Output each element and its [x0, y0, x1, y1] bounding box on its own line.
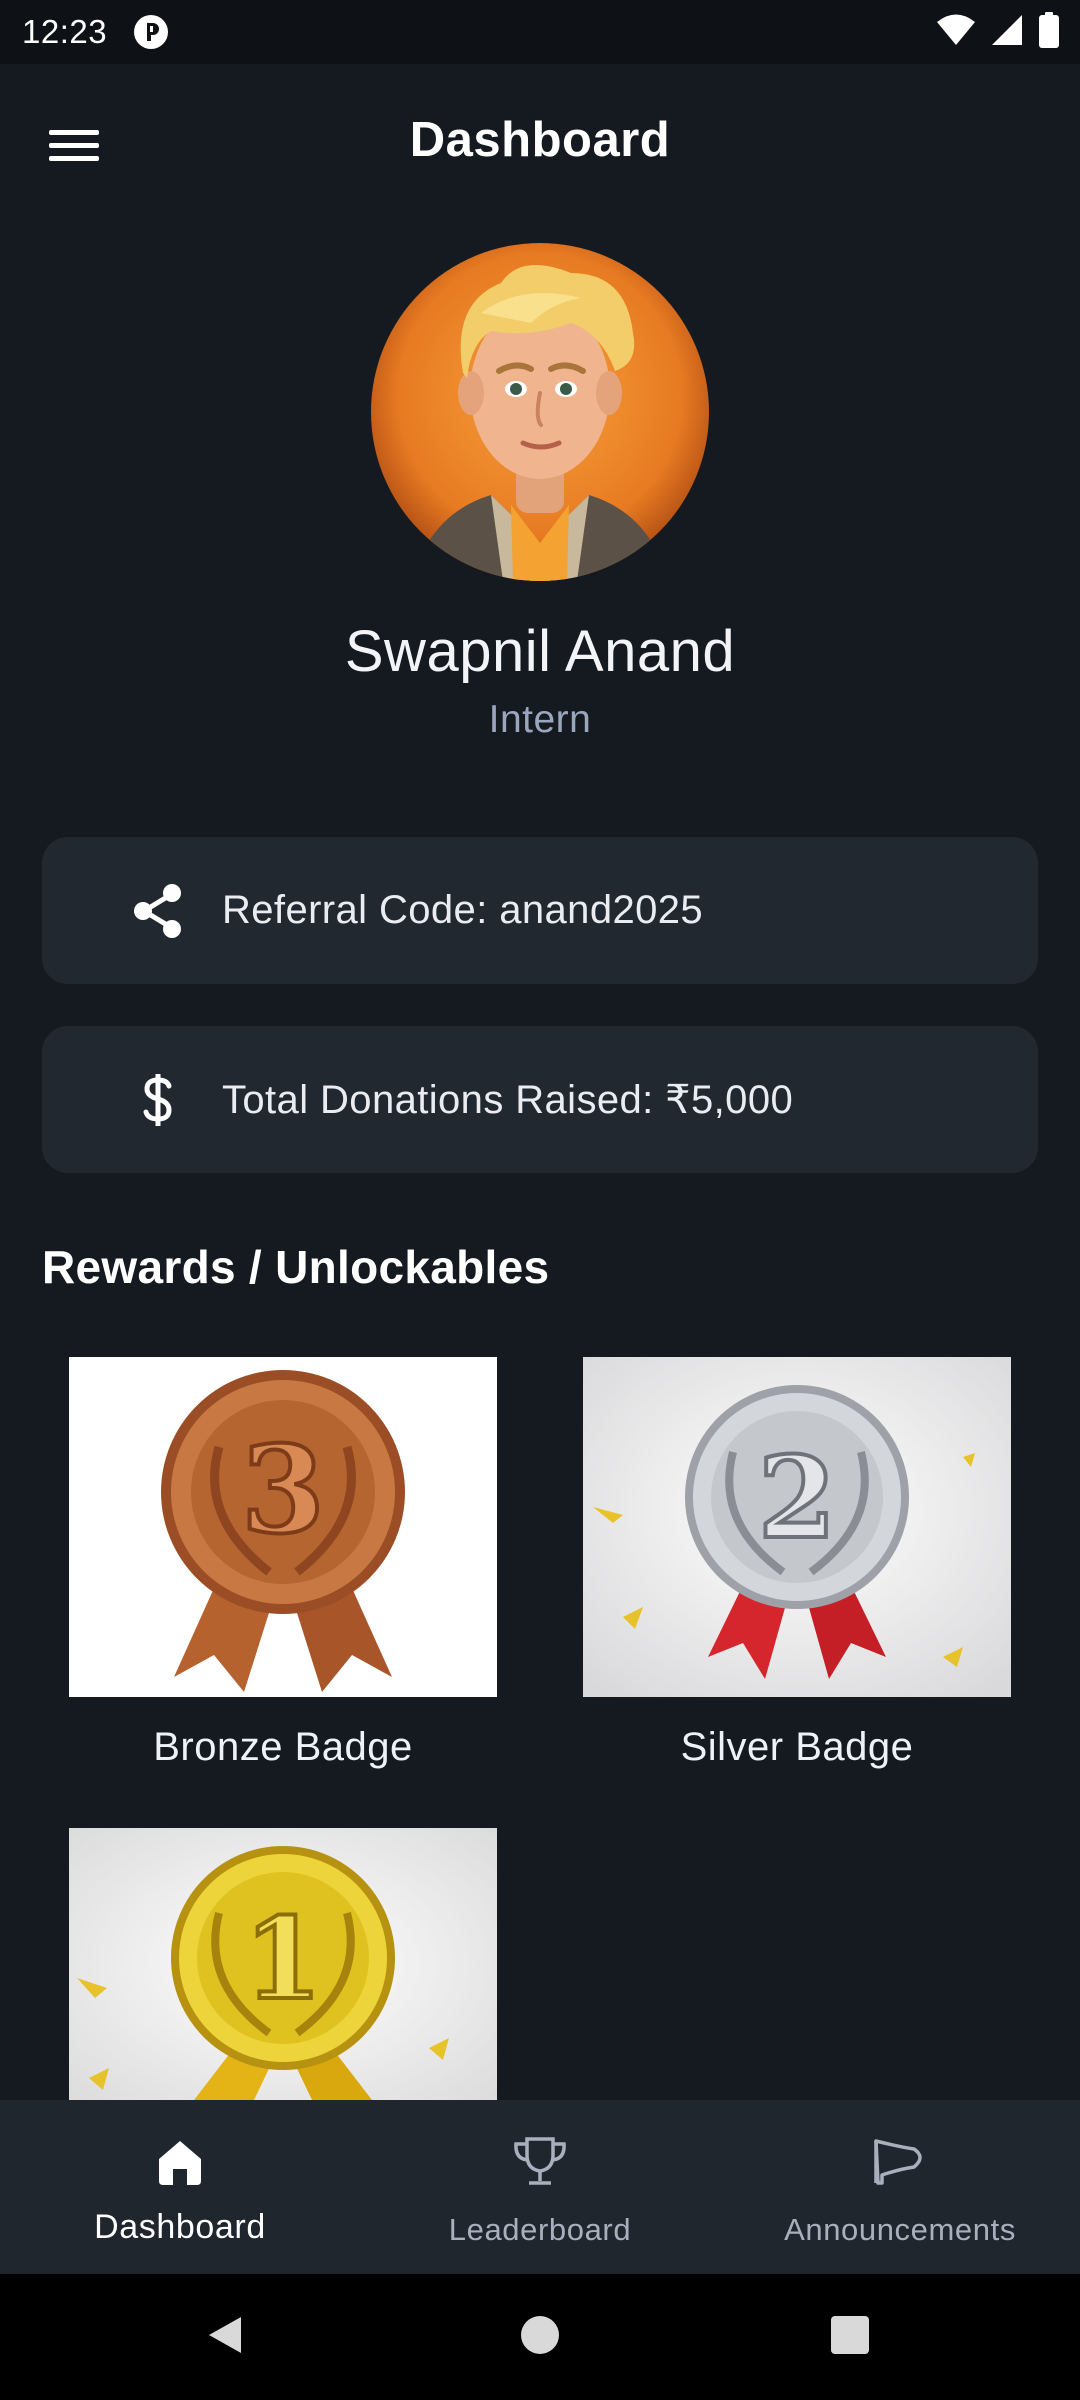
avatar: [371, 243, 709, 581]
donations-card[interactable]: Total Donations Raised: ₹5,000: [42, 1026, 1038, 1173]
bronze-medal-image: 3: [69, 1357, 497, 1697]
megaphone-icon: [868, 2130, 932, 2194]
status-bar: 12:23: [0, 0, 1080, 64]
app-notification-icon: [133, 14, 169, 50]
system-recents-button[interactable]: [817, 2304, 883, 2370]
bottom-navigation: Dashboard Leaderboard Announcements: [0, 2100, 1080, 2274]
system-back-button[interactable]: [192, 2304, 258, 2370]
nav-item-announcements[interactable]: Announcements: [720, 2100, 1080, 2274]
system-home-button[interactable]: [507, 2304, 573, 2370]
gold-badge-card[interactable]: 1: [69, 1828, 497, 2100]
back-icon: [203, 2313, 247, 2362]
recents-icon: [828, 2313, 872, 2362]
dollar-icon: [128, 1070, 188, 1130]
bronze-badge-card[interactable]: 3 Bronze Badge: [69, 1357, 497, 1770]
rewards-section-title: Rewards / Unlockables: [42, 1241, 550, 1293]
silver-medal-image: 2: [583, 1357, 1011, 1697]
nav-label-dashboard: Dashboard: [94, 2208, 266, 2246]
svg-text:1: 1: [244, 1894, 322, 2025]
home-icon: [148, 2130, 212, 2194]
profile-name: Swapnil Anand: [344, 619, 736, 684]
nav-label-announcements: Announcements: [784, 2212, 1016, 2247]
signal-icon: [990, 13, 1024, 52]
battery-icon: [1038, 12, 1060, 53]
system-navigation-bar: [0, 2274, 1080, 2400]
nav-item-leaderboard[interactable]: Leaderboard: [360, 2100, 720, 2274]
svg-text:3: 3: [241, 1420, 325, 1561]
share-icon: [128, 881, 188, 941]
donations-text: Total Donations Raised: ₹5,000: [222, 1077, 794, 1122]
silver-badge-card[interactable]: 2 Silver Badge: [583, 1357, 1011, 1770]
silver-badge-label: Silver Badge: [680, 1725, 914, 1769]
page-title: Dashboard: [409, 113, 671, 167]
dashboard-screen: 12:23 Dashboard Swapnil Anand Intern Ref…: [0, 0, 1080, 2400]
home-circle-icon: [518, 2313, 562, 2362]
nav-item-dashboard[interactable]: Dashboard: [0, 2100, 360, 2274]
status-time: 12:23: [22, 13, 108, 50]
app-bar: Dashboard: [0, 64, 1080, 220]
trophy-icon: [508, 2130, 572, 2194]
profile-role: Intern: [488, 698, 592, 741]
svg-text:2: 2: [758, 1433, 836, 1564]
referral-code-card[interactable]: Referral Code: anand2025: [42, 837, 1038, 984]
wifi-icon: [936, 13, 976, 52]
nav-label-leaderboard: Leaderboard: [448, 2212, 632, 2247]
referral-code-text: Referral Code: anand2025: [222, 888, 704, 932]
status-icons: [936, 12, 1060, 53]
gold-medal-image: 1: [69, 1828, 497, 2100]
bronze-badge-label: Bronze Badge: [153, 1725, 413, 1769]
